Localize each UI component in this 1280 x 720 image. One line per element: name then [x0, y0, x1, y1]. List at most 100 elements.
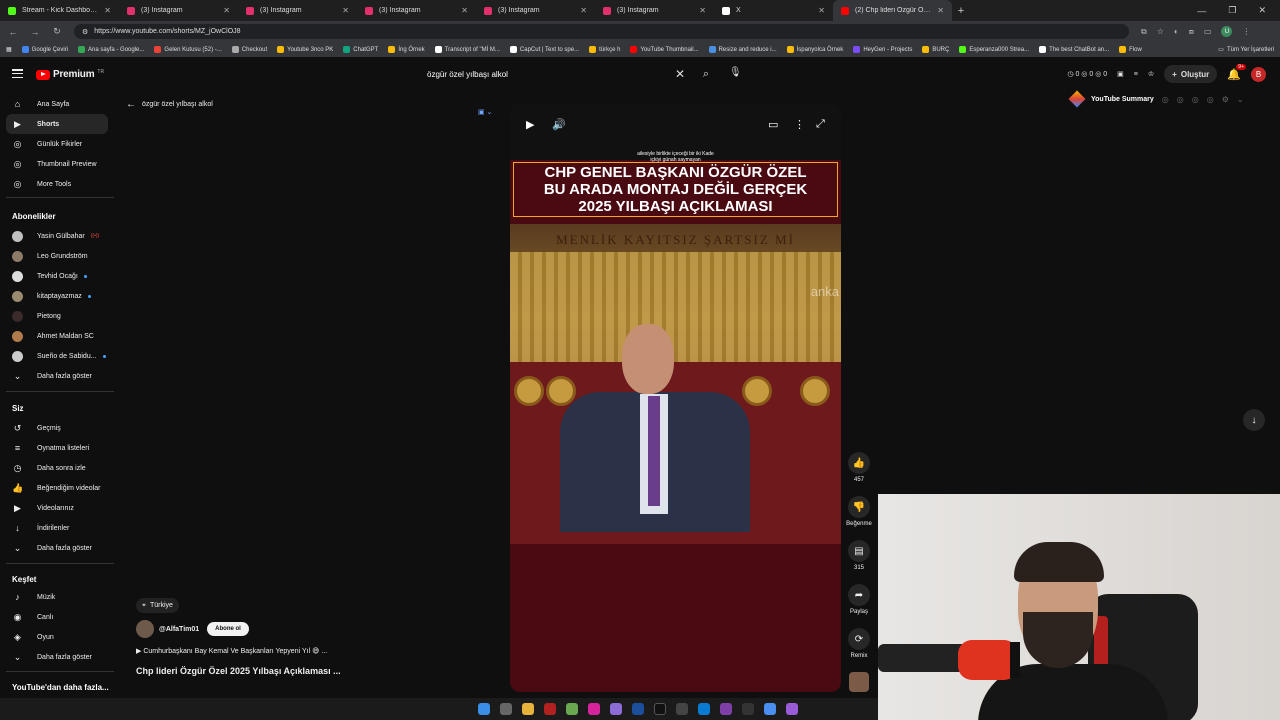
volume-icon[interactable]: 🔊 [552, 118, 566, 131]
close-tab-icon[interactable]: ✕ [223, 6, 230, 15]
instagram-icon[interactable] [588, 703, 600, 715]
youtube-summary-bar[interactable]: YouTube Summary ◎ ◎ ◎ ◎ ⚙ ⌄ [1068, 89, 1271, 109]
close-tab-icon[interactable]: ✕ [937, 6, 944, 15]
forward-icon[interactable]: → [30, 27, 40, 37]
sidebar-item[interactable]: ⌄ Daha fazla göster [6, 538, 108, 558]
sound-thumbnail[interactable] [844, 672, 874, 692]
sidebar-item[interactable]: Yasin Gülbahar ((•)) [6, 226, 108, 246]
bookmark-item[interactable]: Ana sayfa - Google... [78, 46, 144, 53]
extension-icon[interactable]: ◐ [1174, 27, 1179, 36]
chrome-icon[interactable] [566, 703, 578, 715]
sidebar-item[interactable]: Ahmet Maldan SC [6, 326, 108, 346]
all-bookmarks[interactable]: ▭ Tüm Yer İşaretleri [1218, 46, 1274, 54]
bookmark-item[interactable]: CapCut | Text to spe... [509, 46, 579, 53]
sidebar-item[interactable]: ⌄ Daha fazla göster [6, 366, 108, 386]
bookmark-item[interactable]: İspanyolca Örnek [786, 46, 843, 53]
sidebar-item[interactable]: ▶ Shorts [6, 114, 108, 134]
browser-tab[interactable]: (2) Chp lideri Özgür Özel 2025 ✕ [833, 0, 952, 21]
more-options-icon[interactable]: ⋮ [794, 118, 805, 131]
browser-tab[interactable]: (3) Instagram ✕ [476, 0, 595, 21]
back-to-search[interactable]: ← özgür özel yılbaşı alkol [126, 99, 213, 110]
browser-tab[interactable]: (3) Instagram ✕ [119, 0, 238, 21]
close-tab-icon[interactable]: ✕ [818, 6, 825, 15]
app-icon[interactable] [720, 703, 732, 715]
sidebar-item[interactable]: Tevhid Ocağı [6, 266, 108, 286]
bookmark-item[interactable]: Gelen Kutusu (52) -... [154, 46, 222, 53]
task-view-icon[interactable] [500, 703, 512, 715]
filter-icon[interactable]: ≡ [1134, 71, 1138, 78]
location-chip[interactable]: ⌖ Türkiye [136, 598, 179, 613]
bookmark-item[interactable]: Google Çeviri [21, 46, 68, 53]
shorts-video-player[interactable]: ▶ 🔊 ▭ ⋮ ⤢ ailesiyle birlikte içeceği bir… [510, 104, 841, 692]
sidebar-icon[interactable]: ▭ [1204, 27, 1212, 36]
sidebar-item[interactable]: ↺ Geçmiş [6, 418, 108, 438]
channel-avatar[interactable] [136, 620, 154, 638]
bookmark-item[interactable]: Resize and reduce i... [708, 46, 777, 53]
close-tab-icon[interactable]: ✕ [699, 6, 706, 15]
next-video-button[interactable]: ↓ [1243, 409, 1265, 431]
menu-icon[interactable] [12, 69, 23, 78]
close-tab-icon[interactable]: ✕ [342, 6, 349, 15]
channel-name[interactable]: @AlfaTim01 [159, 626, 199, 633]
bookmark-item[interactable]: YouTube Thumbnail... [630, 46, 699, 53]
dislike-button[interactable]: 👎 Beğenme [844, 496, 874, 527]
restore-icon[interactable]: ❐ [1228, 5, 1236, 16]
sidebar-section-header[interactable]: Abonelikler [12, 212, 56, 221]
browser-tab[interactable]: (3) Instagram ✕ [238, 0, 357, 21]
sidebar-item[interactable]: 👍 Beğendiğim videolar [6, 478, 108, 498]
close-icon[interactable]: ✕ [1258, 5, 1266, 16]
search-input[interactable]: özgür özel yılbaşı alkol ✕ ⌕ [419, 64, 719, 84]
sidebar-section-header[interactable]: Siz [12, 404, 24, 413]
bookmark-item[interactable]: İng Örnek [388, 46, 425, 53]
start-icon[interactable] [478, 703, 490, 715]
create-button[interactable]: + Oluştur [1164, 65, 1218, 83]
sidebar-item[interactable]: ◎ Günlük Fikirler [6, 134, 108, 154]
chrome-icon[interactable] [764, 703, 776, 715]
edge-icon[interactable] [698, 703, 710, 715]
notifications-icon[interactable]: 🔔 9+ [1227, 63, 1246, 81]
sidebar-item[interactable]: ▶ Videolarınız [6, 498, 108, 518]
bookmark-item[interactable]: ChatGPT [343, 46, 378, 53]
quality-badge-icon[interactable]: ▣ ⌄ [478, 108, 492, 116]
subscribe-button[interactable]: Abone ol [207, 622, 249, 636]
bookmark-item[interactable]: BURÇ [922, 46, 949, 53]
bookmark-item[interactable]: The best ChatBot an... [1039, 46, 1109, 53]
tiktok-icon[interactable] [654, 703, 666, 715]
hat-icon[interactable]: ♔ [1148, 70, 1154, 78]
close-tab-icon[interactable]: ✕ [461, 6, 468, 15]
user-avatar[interactable]: B [1251, 66, 1266, 82]
sidebar-item[interactable]: kitaptayazmaz [6, 286, 108, 306]
search-icon[interactable]: ⌕ [703, 68, 709, 81]
bookmark-item[interactable]: Flow [1119, 46, 1142, 53]
reload-icon[interactable]: ↻ [52, 26, 62, 37]
browser-tab[interactable]: (3) Instagram ✕ [357, 0, 476, 21]
browser-tab[interactable]: (3) Instagram ✕ [595, 0, 714, 21]
sidebar-item[interactable]: ◎ Thumbnail Preview [6, 154, 108, 174]
browser-tab[interactable]: X ✕ [714, 0, 833, 21]
bookmark-item[interactable]: Transcript of "Mİ M... [434, 46, 500, 53]
sidebar-item[interactable]: ◎ More Tools [6, 174, 108, 194]
bookmark-item[interactable]: Checkout [231, 46, 267, 53]
sidebar-item[interactable]: ◷ Daha sonra izle [6, 458, 108, 478]
back-icon[interactable]: ← [8, 27, 18, 37]
app-icon[interactable] [742, 703, 754, 715]
like-button[interactable]: 👍 457 [844, 452, 874, 483]
tool-icon[interactable]: ▣ [1117, 70, 1124, 78]
share-button[interactable]: ➦ Paylaş [844, 584, 874, 615]
youtube-logo[interactable]: Premium TR [36, 69, 104, 80]
sidebar-item[interactable]: ⌄ Daha fazla göster [6, 647, 108, 667]
url-field[interactable]: ⚙ https://www.youtube.com/shorts/MZ_jOwC… [74, 24, 1129, 39]
summary-tool-icon[interactable]: ◎ [1177, 95, 1184, 104]
profile-avatar[interactable]: U [1221, 26, 1233, 37]
chevron-down-icon[interactable]: ⌄ [1237, 95, 1244, 104]
summary-tool-icon[interactable]: ◎ [1162, 95, 1169, 104]
summary-tool-icon[interactable]: ◎ [1192, 95, 1199, 104]
captions-icon[interactable]: ▭ [768, 118, 778, 131]
play-icon[interactable]: ▶ [526, 118, 534, 131]
sidebar-section-header[interactable]: YouTube'dan daha fazla... [12, 683, 109, 692]
site-info-icon[interactable]: ⚙ [82, 28, 88, 36]
video-description[interactable]: ▶ Cumhurbaşkanı Bay Kemal Ve Başkanları … [136, 647, 327, 655]
capcut-icon[interactable] [676, 703, 688, 715]
sidebar-section-header[interactable]: Keşfet [12, 575, 36, 584]
summary-tool-icon[interactable]: ◎ [1207, 95, 1214, 104]
